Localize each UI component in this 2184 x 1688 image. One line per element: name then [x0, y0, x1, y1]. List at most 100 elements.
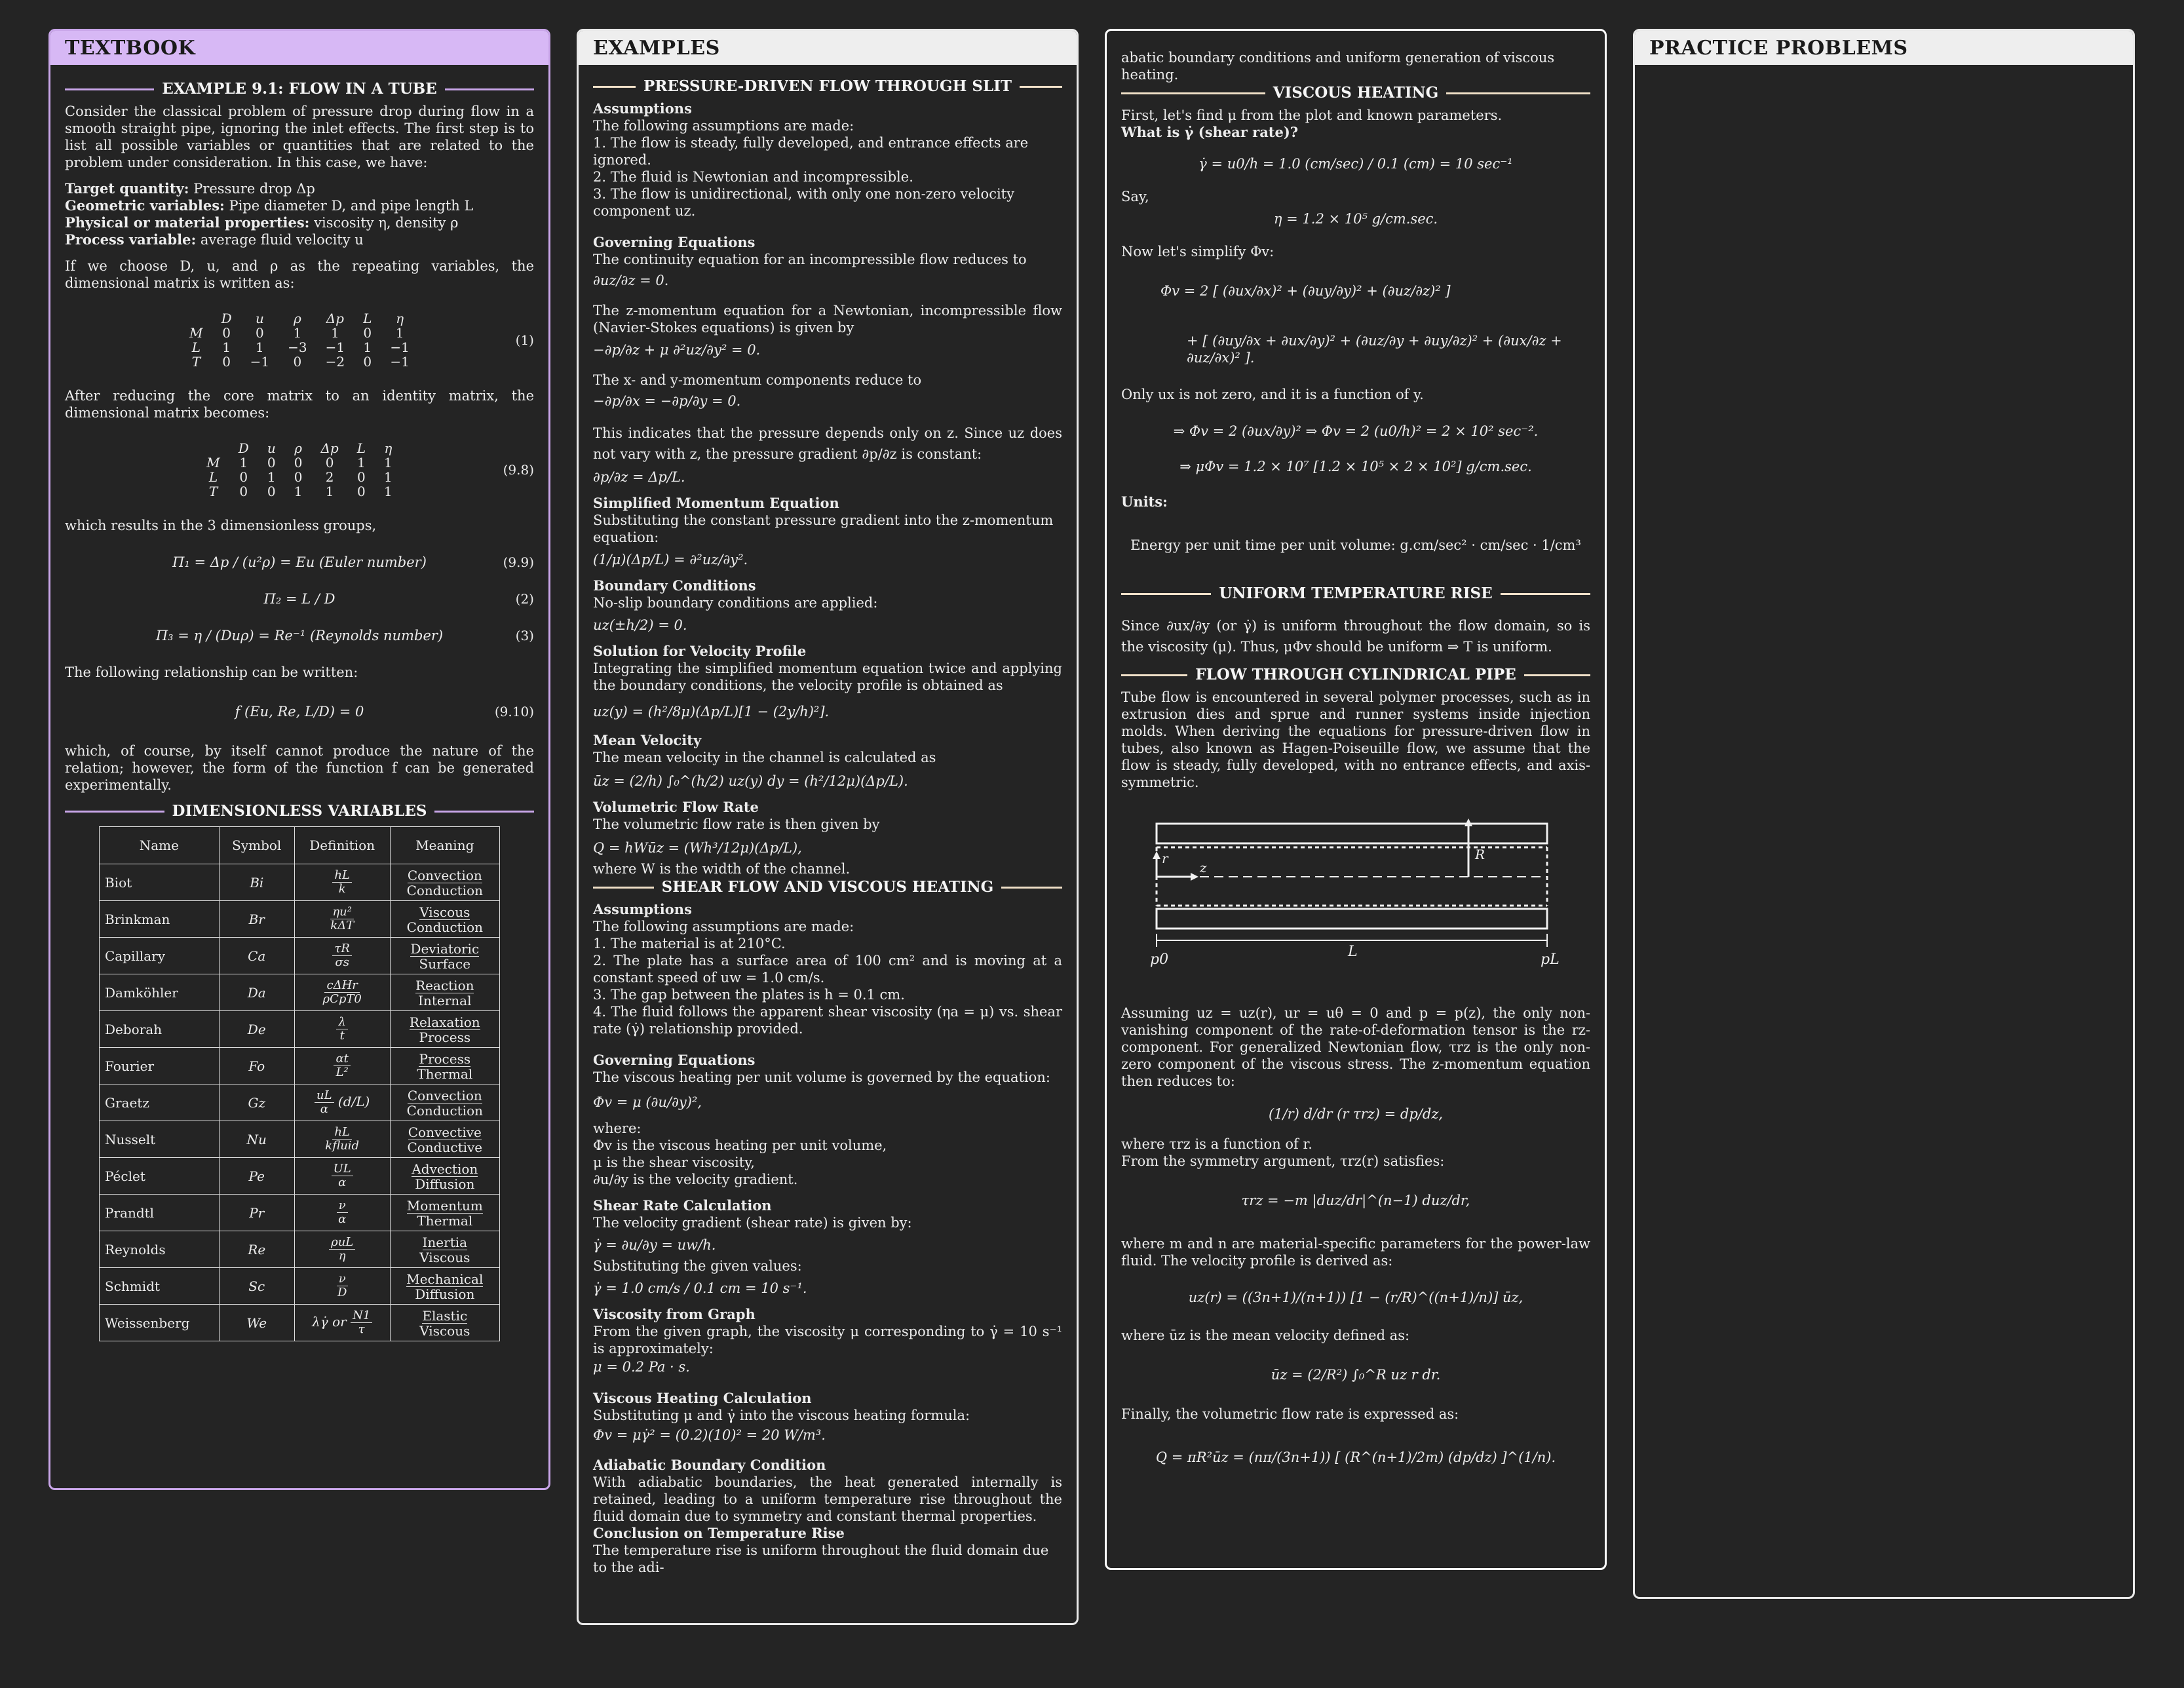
- definition-fraction: hL k: [332, 869, 352, 896]
- definition-denominator: k: [338, 882, 346, 896]
- pipe-bottom-wall: [1155, 908, 1548, 930]
- meaning-fraction: Convection Conduction: [407, 868, 483, 898]
- matrix-cell: 1: [383, 455, 393, 470]
- matrix-cell: 0: [363, 354, 372, 370]
- symbol-cell: Bi: [218, 864, 295, 901]
- name-cell: Biot: [99, 864, 220, 901]
- definition-denominator: σs: [335, 955, 349, 969]
- subheading: Governing Equations: [593, 234, 756, 250]
- text-line: Since ∂ux/∂y (or γ̇) is uniform througho…: [1121, 618, 1590, 655]
- meaning-cell: Convection Conduction: [389, 864, 501, 901]
- text-line: where ūz is the mean velocity defined as…: [1121, 1328, 1410, 1343]
- subheading: Assumptions: [593, 100, 692, 117]
- text-line: The following assumptions are made:: [593, 919, 854, 934]
- equation: γ̇ = u0/h = 1.0 (cm/sec) / 0.1 (cm) = 10…: [1198, 156, 1513, 172]
- definition-fraction: ηu² kΔT: [328, 906, 356, 932]
- section-heading: DIMENSIONLESS VARIABLES: [65, 803, 534, 820]
- relationship-equation: f (Eu, Re, L/D) = 0 (9.10): [65, 703, 534, 720]
- physical-label: Physical or material properties:: [65, 214, 310, 231]
- equation-number: (9.9): [503, 554, 534, 570]
- subheading: Viscous Heating Calculation: [593, 1390, 812, 1406]
- list-item: 3. The flow is unidirectional, with only…: [593, 186, 1014, 219]
- meaning-fraction: Mechanical Diffusion: [406, 1272, 484, 1302]
- meaning-cell: Momentum Thermal: [389, 1194, 501, 1231]
- symbol-cell: Pe: [218, 1157, 295, 1195]
- matrix-cell: M: [189, 325, 203, 341]
- examples-content: PRESSURE-DRIVEN FLOW THROUGH SLIT Assump…: [579, 65, 1077, 1576]
- meaning-numerator: Viscous: [419, 904, 470, 920]
- equation: Φv = μ (∂u/∂y)²,: [593, 1094, 702, 1110]
- definition-denominator: α: [338, 1212, 347, 1226]
- meaning-denominator: Conductive: [407, 1140, 483, 1155]
- name-cell: Capillary: [99, 937, 220, 974]
- column-header: Meaning: [389, 826, 501, 864]
- label-L: L: [1347, 944, 1358, 960]
- matrix-cell: 1: [293, 325, 302, 341]
- meaning-numerator: Reaction: [415, 978, 474, 993]
- subheading: Governing Equations: [593, 1052, 756, 1068]
- matrix-header-cell: u: [267, 440, 276, 456]
- meaning-denominator: Diffusion: [415, 1286, 475, 1302]
- definition-numerator: ηu²: [330, 906, 354, 919]
- section-heading: VISCOUS HEATING: [1121, 85, 1590, 102]
- dimensionless-table: Name Symbol Definition Meaning Biot Bi hL k…: [99, 826, 501, 1341]
- matrix-cell: 0: [293, 354, 302, 370]
- subheading: Units:: [1121, 493, 1168, 510]
- matrix-cell: L: [208, 469, 218, 485]
- variable-list: Target quantity: Pressure drop Δp Geomet…: [65, 180, 534, 248]
- shear-title: SHEAR FLOW AND VISCOUS HEATING: [661, 878, 994, 896]
- meaning-denominator: Surface: [419, 956, 471, 972]
- text-line: This indicates that the pressure depends…: [593, 425, 1062, 462]
- matrix-cell: 0: [239, 469, 248, 485]
- name-cell: Prandtl: [99, 1194, 220, 1231]
- definition-fraction: να: [336, 1199, 348, 1226]
- process-value: average fluid velocity u: [196, 232, 364, 248]
- meaning-denominator: Thermal: [417, 1066, 473, 1082]
- name-cell: Damköhler: [99, 974, 220, 1011]
- table-row: Péclet Pe UL α Advection Diffusion: [99, 1157, 501, 1195]
- symbol-cell: Fo: [218, 1047, 295, 1084]
- symbol-cell: Da: [218, 974, 295, 1011]
- matrix-cell: 0: [294, 469, 303, 485]
- meaning-fraction: Momentum Thermal: [406, 1199, 483, 1228]
- text-line: Only ux is not zero, and it is a functio…: [1121, 387, 1424, 402]
- label-pL: pL: [1541, 951, 1560, 968]
- definition-numerator: λ: [336, 1016, 348, 1029]
- matrix2-block: Du ρ Δp Lη M 1 0 0 0 1 1 L 0 1 0 2 0 1 T 0 0 1 1 0 1 (9.8): [65, 441, 534, 499]
- matrix-cell: 0: [325, 455, 334, 470]
- slit-title: PRESSURE-DRIVEN FLOW THROUGH SLIT: [643, 77, 1012, 95]
- pi2-equation: Π₂ = L / D (2): [65, 590, 534, 607]
- equation-number: (3): [515, 628, 534, 643]
- equation: μ = 0.2 Pa · s.: [593, 1359, 690, 1375]
- equation: η = 1.2 × 10⁵ g/cm.sec.: [1273, 211, 1438, 227]
- text-line: The x- and y-momentum components reduce …: [593, 372, 922, 388]
- meaning-denominator: Viscous: [419, 1250, 470, 1265]
- meaning-numerator: Relaxation: [409, 1014, 480, 1030]
- matrix-header-row: Du ρ Δp Lη: [197, 441, 401, 455]
- symbol-cell: We: [218, 1304, 295, 1341]
- matrix-row: T 0 0 1 1 0 1: [197, 484, 401, 499]
- equation: −∂p/∂x = −∂p/∂y = 0.: [593, 393, 741, 409]
- symbol-cell: Ca: [218, 937, 295, 974]
- equation: τrz = −m |duz/dr|^(n−1) duz/dr,: [1241, 1193, 1470, 1208]
- meaning-numerator: Convective: [408, 1124, 482, 1140]
- matrix-cell: 1: [383, 484, 393, 499]
- text-line: No-slip boundary conditions are applied:: [593, 595, 878, 611]
- section-heading: SHEAR FLOW AND VISCOUS HEATING: [593, 879, 1062, 896]
- equation: (1/r) d/dr (r τrz) = dp/dz,: [1268, 1106, 1444, 1122]
- table-row: Graetz Gz uL α (d/L) Convection Conduction: [99, 1084, 501, 1121]
- definition-extra: (d/L): [337, 1094, 370, 1109]
- examples-continued-panel: abatic boundary conditions and uniform g…: [1105, 29, 1607, 1570]
- equation: ūz = (2/h) ∫₀^(h/2) uz(y) dy = (h²/12μ)(…: [593, 773, 908, 789]
- meaning-cell: Mechanical Diffusion: [389, 1267, 501, 1305]
- definition-numerator: N1: [351, 1309, 373, 1323]
- table-row: Prandtl Pr ν α Momentum Thermal: [99, 1194, 501, 1231]
- viscous-heating-title: VISCOUS HEATING: [1273, 84, 1439, 102]
- reduce-text: After reducing the core matrix to an ide…: [65, 388, 534, 421]
- equation: ūz = (2/R²) ∫₀^R uz r dr.: [1271, 1367, 1441, 1383]
- cylindrical-pipe-title: FLOW THROUGH CYLINDRICAL PIPE: [1195, 666, 1516, 683]
- meaning-fraction: Process Thermal: [417, 1052, 472, 1081]
- text-line: From the given graph, the viscosity μ co…: [593, 1324, 1062, 1356]
- text-line: The mean velocity in the channel is calc…: [593, 750, 936, 765]
- pi2-text: Π₂ = L / D: [263, 591, 335, 607]
